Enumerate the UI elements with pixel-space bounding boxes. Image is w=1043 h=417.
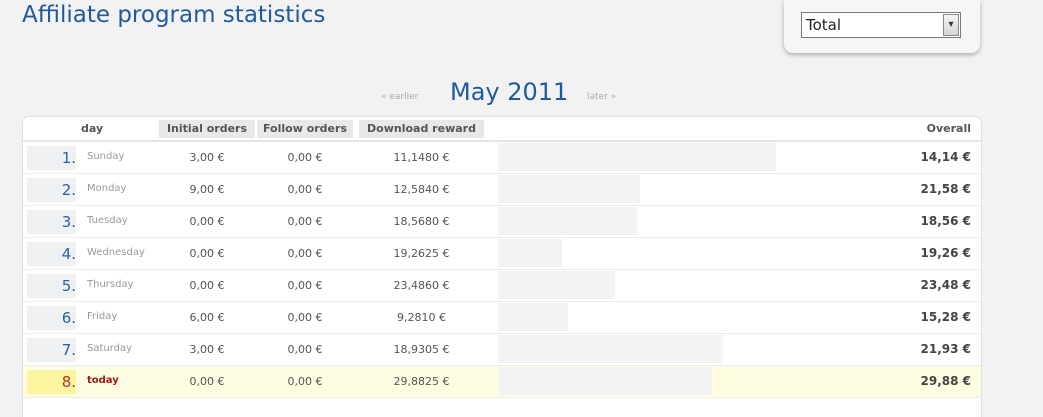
download-reward-value: 29,8825 € bbox=[393, 375, 450, 388]
stats-table: day Initial orders Follow orders Downloa… bbox=[22, 116, 982, 417]
follow-orders-value: 0,00 € bbox=[287, 311, 323, 324]
table-header: day Initial orders Follow orders Downloa… bbox=[23, 117, 981, 142]
follow-orders-value: 0,00 € bbox=[287, 279, 323, 292]
table-row: 4. Wednesday 0,00 € 0,00 € 19,2625 € 19,26 € bbox=[23, 238, 981, 270]
table-row: 5. Thursday 0,00 € 0,00 € 23,4860 € 23,48 € bbox=[23, 270, 981, 302]
day-name: Monday bbox=[87, 183, 127, 194]
overall-value: 19,26 € bbox=[920, 246, 971, 260]
day-name: Saturday bbox=[87, 343, 133, 354]
reward-bar bbox=[498, 143, 776, 171]
day-number: 6. bbox=[27, 306, 76, 330]
follow-orders-value: 0,00 € bbox=[287, 375, 323, 388]
day-number-label: 1. bbox=[61, 149, 76, 167]
table-row: 1. Sunday 3,00 € 0,00 € 11,1480 € 14,14 € bbox=[23, 142, 981, 174]
day-number-label: 8. bbox=[61, 373, 76, 391]
day-name: Sunday bbox=[87, 151, 125, 162]
table-row: 7. Saturday 3,00 € 0,00 € 18,9305 € 21,93 € bbox=[23, 334, 981, 366]
month-navigation: « earlier May 2011 later » bbox=[0, 78, 1043, 110]
header-day: day bbox=[81, 122, 104, 135]
day-number: 5. bbox=[27, 274, 76, 298]
reward-bar bbox=[498, 207, 637, 235]
overall-value: 23,48 € bbox=[920, 278, 971, 292]
header-initial-orders: Initial orders bbox=[159, 120, 255, 138]
follow-orders-value: 0,00 € bbox=[287, 247, 323, 260]
day-number: 8. bbox=[27, 370, 76, 394]
reward-bar bbox=[498, 175, 640, 203]
download-reward-value: 12,5840 € bbox=[393, 183, 450, 196]
header-follow-orders: Follow orders bbox=[257, 120, 353, 138]
download-reward-value: 23,4860 € bbox=[393, 279, 450, 292]
header-overall: Overall bbox=[926, 122, 971, 135]
initial-orders-value: 6,00 € bbox=[189, 311, 225, 324]
download-reward-value: 19,2625 € bbox=[393, 247, 450, 260]
day-name: Wednesday bbox=[87, 247, 145, 258]
table-row: 6. Friday 6,00 € 0,00 € 9,2810 € 15,28 € bbox=[23, 302, 981, 334]
day-number: 3. bbox=[27, 210, 76, 234]
day-name: Thursday bbox=[87, 279, 134, 290]
period-select-value: Total bbox=[806, 16, 842, 34]
earlier-link[interactable]: « earlier bbox=[381, 92, 418, 102]
reward-bar bbox=[498, 367, 712, 395]
later-link[interactable]: later » bbox=[587, 92, 616, 102]
reward-bar bbox=[498, 239, 562, 267]
download-reward-value: 18,5680 € bbox=[393, 215, 450, 228]
overall-value: 18,56 € bbox=[920, 214, 971, 228]
follow-orders-value: 0,00 € bbox=[287, 183, 323, 196]
initial-orders-value: 9,00 € bbox=[189, 183, 225, 196]
initial-orders-value: 3,00 € bbox=[189, 343, 225, 356]
page-title: Affiliate program statistics bbox=[22, 2, 326, 28]
day-number-label: 2. bbox=[61, 181, 76, 199]
day-number-label: 3. bbox=[61, 213, 76, 231]
day-name: Friday bbox=[87, 311, 118, 322]
day-number: 2. bbox=[27, 178, 76, 202]
download-reward-value: 11,1480 € bbox=[393, 151, 450, 164]
day-number: 4. bbox=[27, 242, 76, 266]
initial-orders-value: 0,00 € bbox=[189, 375, 225, 388]
header-download-reward: Download reward bbox=[359, 120, 484, 138]
month-label: May 2011 bbox=[450, 78, 569, 106]
day-number: 7. bbox=[27, 338, 76, 362]
day-number-label: 6. bbox=[61, 309, 76, 327]
table-row-today: 8. today 0,00 € 0,00 € 29,8825 € 29,88 € bbox=[23, 366, 981, 398]
follow-orders-value: 0,00 € bbox=[287, 151, 323, 164]
table-row: 2. Monday 9,00 € 0,00 € 12,5840 € 21,58 € bbox=[23, 174, 981, 206]
reward-bar bbox=[498, 303, 568, 331]
download-reward-value: 18,9305 € bbox=[393, 343, 450, 356]
overall-value: 15,28 € bbox=[920, 310, 971, 324]
download-reward-value: 9,2810 € bbox=[397, 311, 446, 324]
overall-value: 14,14 € bbox=[920, 150, 971, 164]
day-number-label: 4. bbox=[61, 245, 76, 263]
overall-value: 21,58 € bbox=[920, 182, 971, 196]
reward-bar bbox=[498, 271, 615, 299]
day-number-label: 5. bbox=[61, 277, 76, 295]
filter-panel: Total ▾ bbox=[784, 0, 980, 53]
follow-orders-value: 0,00 € bbox=[287, 343, 323, 356]
reward-bar bbox=[498, 335, 723, 363]
initial-orders-value: 0,00 € bbox=[189, 279, 225, 292]
day-name: Tuesday bbox=[87, 215, 128, 226]
period-select[interactable]: Total ▾ bbox=[801, 12, 961, 38]
initial-orders-value: 3,00 € bbox=[189, 151, 225, 164]
initial-orders-value: 0,00 € bbox=[189, 215, 225, 228]
overall-value: 29,88 € bbox=[920, 374, 971, 388]
day-number: 1. bbox=[27, 146, 76, 170]
day-number-label: 7. bbox=[61, 341, 76, 359]
follow-orders-value: 0,00 € bbox=[287, 215, 323, 228]
day-name: today bbox=[87, 375, 119, 386]
table-row: 3. Tuesday 0,00 € 0,00 € 18,5680 € 18,56 € bbox=[23, 206, 981, 238]
initial-orders-value: 0,00 € bbox=[189, 247, 225, 260]
overall-value: 21,93 € bbox=[920, 342, 971, 356]
chevron-down-icon[interactable]: ▾ bbox=[943, 14, 959, 36]
